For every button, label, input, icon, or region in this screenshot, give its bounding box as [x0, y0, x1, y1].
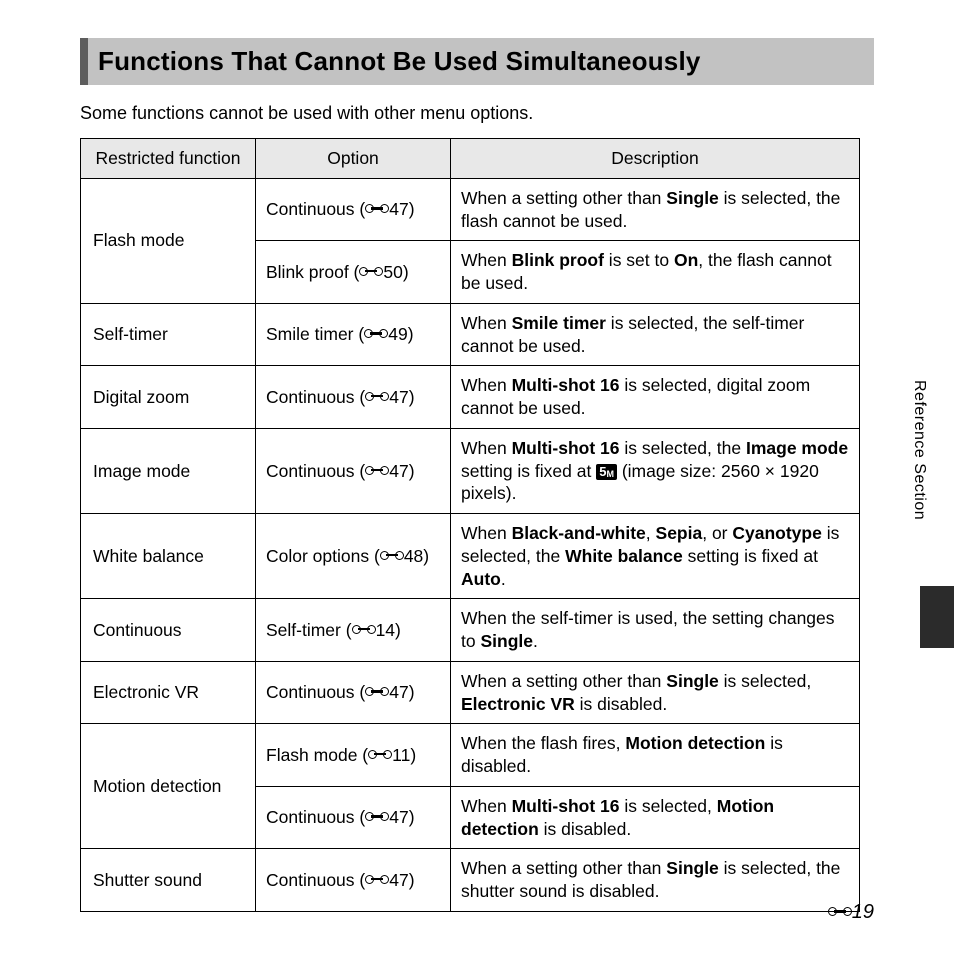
- cell-function: Shutter sound: [81, 849, 256, 912]
- cell-function: Continuous: [81, 599, 256, 662]
- side-tab: [920, 586, 954, 648]
- cell-option: Smile timer (49): [256, 303, 451, 366]
- cell-function: Digital zoom: [81, 366, 256, 429]
- cell-description: When Multi-shot 16 is selected, digital …: [451, 366, 860, 429]
- cell-description: When Smile timer is selected, the self-t…: [451, 303, 860, 366]
- cell-function: Flash mode: [81, 178, 256, 303]
- table-row: Flash mode Continuous (47) When a settin…: [81, 178, 860, 241]
- table-row: Image mode Continuous (47) When Multi-sh…: [81, 428, 860, 513]
- reference-icon: [365, 392, 389, 404]
- table-row: Motion detection Flash mode (11) When th…: [81, 724, 860, 787]
- intro-text: Some functions cannot be used with other…: [80, 103, 874, 124]
- cell-option: Continuous (47): [256, 786, 451, 849]
- reference-icon: [359, 267, 383, 279]
- cell-function: Motion detection: [81, 724, 256, 849]
- col-option: Option: [256, 139, 451, 179]
- restrictions-table: Restricted function Option Description F…: [80, 138, 860, 912]
- reference-icon: [364, 329, 388, 341]
- cell-option: Self-timer (14): [256, 599, 451, 662]
- page-number: 19: [828, 901, 874, 924]
- section-label: Reference Section: [910, 380, 928, 520]
- cell-function: Self-timer: [81, 303, 256, 366]
- cell-description: When Multi-shot 16 is selected, the Imag…: [451, 428, 860, 513]
- table-row: Continuous Self-timer (14) When the self…: [81, 599, 860, 662]
- cell-function: Electronic VR: [81, 661, 256, 724]
- col-restricted: Restricted function: [81, 139, 256, 179]
- reference-icon: [828, 907, 852, 919]
- reference-icon: [365, 466, 389, 478]
- reference-icon: [368, 750, 392, 762]
- cell-function: Image mode: [81, 428, 256, 513]
- five-mp-icon: 5M: [596, 464, 617, 480]
- reference-icon: [352, 625, 376, 637]
- cell-option: Continuous (47): [256, 178, 451, 241]
- cell-description: When a setting other than Single is sele…: [451, 178, 860, 241]
- col-description: Description: [451, 139, 860, 179]
- cell-description: When the self-timer is used, the setting…: [451, 599, 860, 662]
- table-row: Electronic VR Continuous (47) When a set…: [81, 661, 860, 724]
- cell-description: When a setting other than Single is sele…: [451, 661, 860, 724]
- table-row: Digital zoom Continuous (47) When Multi-…: [81, 366, 860, 429]
- cell-description: When Multi-shot 16 is selected, Motion d…: [451, 786, 860, 849]
- reference-icon: [365, 687, 389, 699]
- cell-option: Continuous (47): [256, 428, 451, 513]
- page-title: Functions That Cannot Be Used Simultaneo…: [80, 38, 874, 85]
- cell-option: Color options (48): [256, 514, 451, 599]
- reference-icon: [365, 204, 389, 216]
- table-row: Self-timer Smile timer (49) When Smile t…: [81, 303, 860, 366]
- reference-icon: [380, 551, 404, 563]
- cell-option: Continuous (47): [256, 849, 451, 912]
- cell-description: When Black-and-white, Sepia, or Cyanotyp…: [451, 514, 860, 599]
- cell-option: Flash mode (11): [256, 724, 451, 787]
- cell-function: White balance: [81, 514, 256, 599]
- table-row: Shutter sound Continuous (47) When a set…: [81, 849, 860, 912]
- cell-description: When Blink proof is set to On, the flash…: [451, 241, 860, 304]
- cell-option: Blink proof (50): [256, 241, 451, 304]
- cell-option: Continuous (47): [256, 661, 451, 724]
- cell-description: When a setting other than Single is sele…: [451, 849, 860, 912]
- reference-icon: [365, 812, 389, 824]
- reference-icon: [365, 875, 389, 887]
- cell-description: When the flash fires, Motion detection i…: [451, 724, 860, 787]
- cell-option: Continuous (47): [256, 366, 451, 429]
- table-row: White balance Color options (48) When Bl…: [81, 514, 860, 599]
- manual-page: Functions That Cannot Be Used Simultaneo…: [0, 0, 954, 954]
- table-header-row: Restricted function Option Description: [81, 139, 860, 179]
